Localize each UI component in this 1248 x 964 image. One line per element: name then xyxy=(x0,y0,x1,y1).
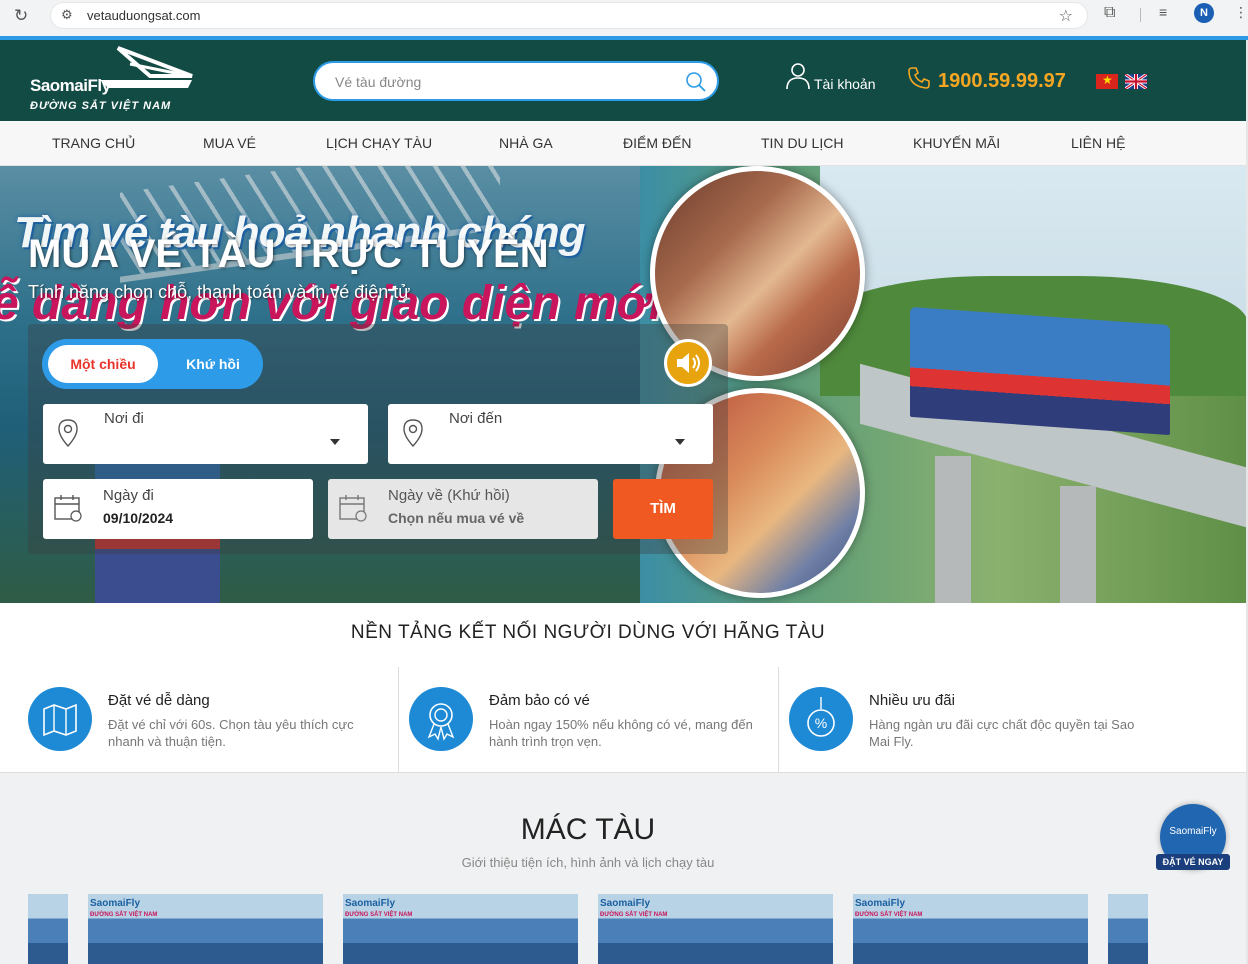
nav-item-contact[interactable]: LIÊN HỆ xyxy=(1071,135,1125,151)
return-value[interactable]: Chọn nếu mua vé về xyxy=(388,510,524,526)
location-pin-icon xyxy=(58,419,78,448)
depart-date-field[interactable]: Ngày đi 09/10/2024 xyxy=(43,479,313,539)
train-models-title: MÁC TÀU xyxy=(520,813,656,846)
site-header: SaomaiFly ĐƯỜNG SẮT VIỆT NAM Tài khoản 1… xyxy=(0,40,1248,121)
trip-one-way-option[interactable]: Một chiều xyxy=(48,345,158,383)
hotline-number[interactable]: 1900.59.99.97 xyxy=(938,70,1066,93)
card-brand: SaomaiFly xyxy=(90,898,141,909)
chevron-down-icon[interactable] xyxy=(675,439,685,445)
destination-select[interactable]: Nơi đến xyxy=(388,404,713,464)
card-sub: ĐƯỜNG SẮT VIỆT NAM xyxy=(600,912,668,918)
origin-label: Nơi đi xyxy=(104,410,144,427)
nav-item-home[interactable]: TRANG CHỦ xyxy=(52,135,135,151)
trip-type-toggle[interactable]: Một chiều Khứ hồi xyxy=(42,339,263,389)
media-controls-icon[interactable]: ≡ xyxy=(1159,4,1167,20)
feature-divider xyxy=(398,667,399,772)
bridge-pillar xyxy=(935,456,971,603)
train-card[interactable]: SaomaiFly ĐƯỜNG SẮT VIỆT NAM xyxy=(343,894,578,964)
browser-toolbar: ↻ ⚙ vetauduongsat.com ☆ ⧉ ≡ N ⋮ xyxy=(0,0,1248,36)
feature-desc: Hàng ngàn ưu đãi cực chất độc quyền tại … xyxy=(869,717,1135,749)
hero-subtitle: Tính năng chọn chỗ, thanh toán và in vé … xyxy=(28,282,411,302)
badge-icon xyxy=(409,687,473,751)
logo-sub-text: ĐƯỜNG SẮT VIỆT NAM xyxy=(30,100,172,112)
nav-item-schedule[interactable]: LỊCH CHẠY TÀU xyxy=(326,135,432,151)
platform-section-title: NỀN TẢNG KẾT NỐI NGƯỜI DÙNG VỚI HÃNG TÀU xyxy=(350,622,826,643)
train-card[interactable]: SaomaiFly ĐƯỜNG SẮT VIỆT NAM xyxy=(598,894,833,964)
train-models-subtitle: Giới thiệu tiện ích, hình ảnh và lịch ch… xyxy=(461,855,715,870)
train-card[interactable]: SaomaiFly ĐƯỜNG SẮT VIỆT NAM xyxy=(853,894,1088,964)
vietnam-flag-icon[interactable]: ★ xyxy=(1096,73,1118,89)
sound-toggle-button[interactable] xyxy=(664,339,712,387)
location-pin-icon xyxy=(403,419,423,448)
train-card[interactable] xyxy=(1108,894,1148,964)
feature-divider xyxy=(778,667,779,772)
account-label[interactable]: Tài khoản xyxy=(814,76,875,92)
nav-item-promotions[interactable]: KHUYẾN MÃI xyxy=(913,135,1000,151)
feature-guaranteed: Đảm bảo có vé Hoàn ngay 150% nếu không c… xyxy=(399,667,779,773)
nav-item-travel-news[interactable]: TIN DU LỊCH xyxy=(761,135,843,151)
search-tickets-button[interactable]: TÌM xyxy=(613,479,713,539)
uk-flag-icon[interactable] xyxy=(1125,74,1147,89)
card-brand: SaomaiFly xyxy=(345,898,396,909)
logo-brand-text: SaomaiFly xyxy=(30,76,111,95)
destination-label: Nơi đến xyxy=(449,410,503,427)
feature-title: Nhiều ưu đãi xyxy=(869,692,955,709)
feature-title: Đảm bảo có vé xyxy=(489,692,590,709)
feature-easy-booking: Đặt vé dễ dàng Đặt vé chỉ với 60s. Chọn … xyxy=(18,667,398,773)
card-brand: SaomaiFly xyxy=(855,898,906,909)
calendar-icon xyxy=(54,495,82,522)
main-nav: TRANG CHỦ MUA VÉ LỊCH CHẠY TÀU NHÀ GA ĐI… xyxy=(0,121,1248,166)
feature-deals: % Nhiều ưu đãi Hàng ngàn ưu đãi cực chất… xyxy=(779,667,1159,773)
phone-icon xyxy=(908,67,930,89)
feature-desc: Hoàn ngay 150% nếu không có vé, mang đến… xyxy=(489,717,753,749)
extensions-icon[interactable]: ⧉ xyxy=(1104,4,1115,22)
feature-title: Đặt vé dễ dàng xyxy=(108,692,210,709)
menu-kebab-icon[interactable]: ⋮ xyxy=(1234,4,1248,21)
hero-title: MUA VÉ TÀU TRỰC TUYẾN xyxy=(28,232,549,276)
features-row: Đặt vé dễ dàng Đặt vé chỉ với 60s. Chọn … xyxy=(0,667,1248,773)
bridge-pillar xyxy=(1060,486,1096,603)
book-now-float-button[interactable]: SaomaiFly ĐẶT VÉ NGAY xyxy=(1156,804,1230,870)
return-label: Ngày về (Khứ hồi) xyxy=(388,487,510,504)
nav-item-destinations[interactable]: ĐIỂM ĐẾN xyxy=(623,135,691,151)
card-sub: ĐƯỜNG SẮT VIỆT NAM xyxy=(90,912,158,918)
return-date-field[interactable]: Ngày về (Khứ hồi) Chọn nếu mua vé về xyxy=(328,479,598,539)
float-brand: SaomaiFly xyxy=(1169,826,1217,837)
card-sub: ĐƯỜNG SẮT VIỆT NAM xyxy=(345,912,413,918)
nav-item-buy-ticket[interactable]: MUA VÉ xyxy=(203,135,256,151)
search-input[interactable] xyxy=(335,71,665,93)
feature-desc: Đặt vé chỉ với 60s. Chọn tàu yêu thích c… xyxy=(108,717,354,749)
search-icon[interactable] xyxy=(685,71,707,93)
reload-icon[interactable]: ↻ xyxy=(14,6,28,26)
map-icon xyxy=(28,687,92,751)
float-label[interactable]: ĐẶT VÉ NGAY xyxy=(1156,854,1230,870)
card-sub: ĐƯỜNG SẮT VIỆT NAM xyxy=(855,912,923,918)
trip-round-trip-option[interactable]: Khứ hồi xyxy=(168,345,258,383)
card-brand: SaomaiFly xyxy=(600,898,651,909)
depart-label: Ngày đi xyxy=(103,487,154,504)
profile-avatar[interactable]: N xyxy=(1194,3,1214,23)
hero-train-photo-right xyxy=(910,306,1170,436)
train-card[interactable] xyxy=(28,894,68,964)
site-info-icon[interactable]: ⚙ xyxy=(61,7,73,23)
chevron-down-icon[interactable] xyxy=(330,439,340,445)
logo-swoosh-icon xyxy=(100,46,193,88)
address-bar[interactable]: ⚙ vetauduongsat.com ☆ xyxy=(50,2,1088,29)
depart-value[interactable]: 09/10/2024 xyxy=(103,510,173,526)
discount-tag-icon: % xyxy=(789,687,853,751)
user-icon xyxy=(786,63,810,90)
address-url[interactable]: vetauduongsat.com xyxy=(87,8,200,23)
speaker-icon xyxy=(677,353,700,373)
nav-item-stations[interactable]: NHÀ GA xyxy=(499,135,553,151)
site-search[interactable] xyxy=(313,61,719,101)
toolbar-divider xyxy=(1140,8,1141,22)
calendar-icon xyxy=(339,495,367,522)
train-models-section: MÁC TÀU Giới thiệu tiện ích, hình ảnh và… xyxy=(0,773,1248,964)
origin-select[interactable]: Nơi đi xyxy=(43,404,368,464)
train-card[interactable]: SaomaiFly ĐƯỜNG SẮT VIỆT NAM xyxy=(88,894,323,964)
svg-text:%: % xyxy=(815,715,827,731)
bookmark-star-icon[interactable]: ☆ xyxy=(1059,6,1073,26)
site-logo[interactable]: SaomaiFly ĐƯỜNG SẮT VIỆT NAM xyxy=(28,46,203,116)
hero-banner: Tìm vé tàu hoả nhanh chóng ễ dàng hơn vớ… xyxy=(0,166,1248,603)
